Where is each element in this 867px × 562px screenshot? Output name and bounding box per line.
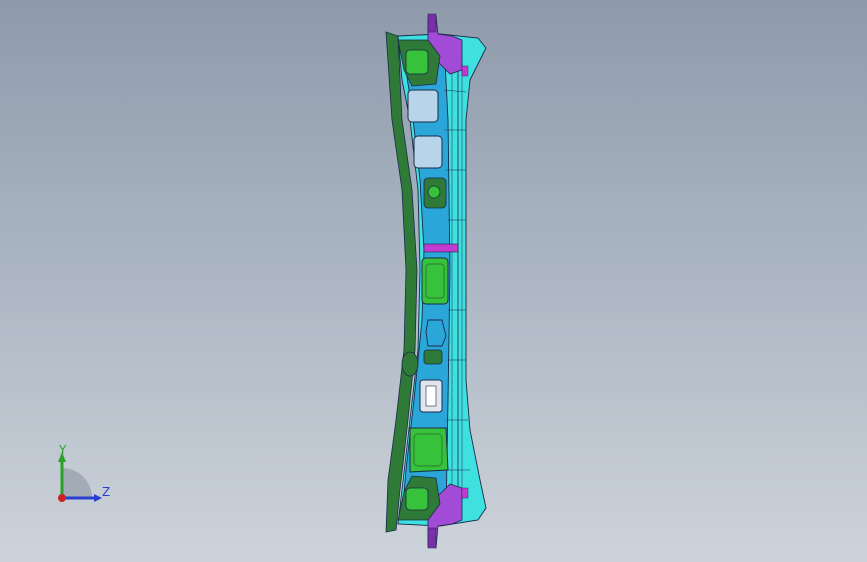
cutout-2 [413, 135, 443, 169]
graphics-viewport[interactable]: Y Z [0, 0, 867, 562]
cutout-1 [407, 89, 439, 123]
triad-graphic [58, 452, 102, 502]
rail-marker-1 [461, 65, 469, 77]
bottom-bracket-tab [427, 527, 437, 549]
cad-part-model[interactable] [0, 0, 867, 562]
bottom-pocket [405, 487, 429, 511]
rail-marker-2 [461, 487, 469, 499]
mid-pocket-1-hole [427, 185, 441, 199]
axis-triad: Y Z [40, 436, 130, 516]
axis-z-label: Z [102, 485, 111, 499]
axis-y-label: Y [59, 443, 67, 457]
mid-detail [425, 319, 447, 347]
top-pocket [405, 49, 429, 75]
top-bracket-tab [427, 13, 437, 33]
side-bump [401, 351, 419, 377]
mid-strap [423, 243, 459, 253]
